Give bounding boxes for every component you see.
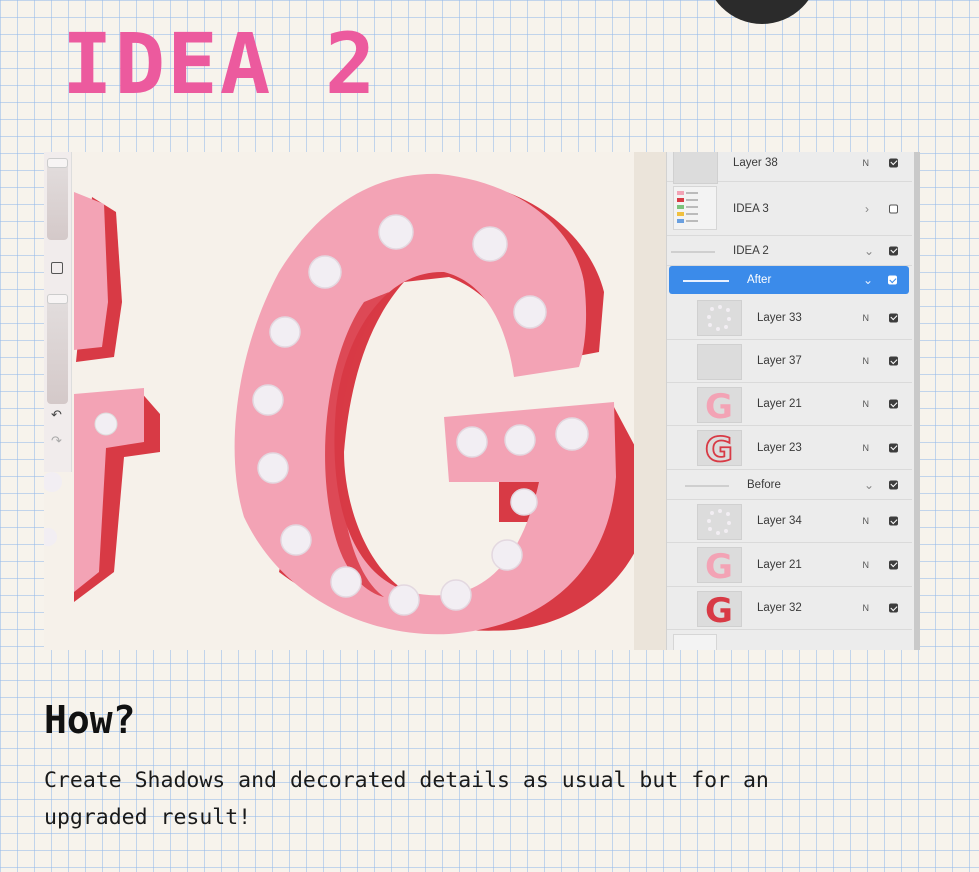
brush-size-handle[interactable] [47, 158, 68, 168]
layer-row[interactable]: G Layer 21 N [667, 383, 912, 427]
visibility-checkbox[interactable] [889, 356, 898, 366]
visibility-checkbox[interactable] [889, 399, 898, 409]
layer-row[interactable]: Layer 34 N [667, 500, 912, 543]
group-label: Before [747, 478, 781, 491]
group-row-partial[interactable] [667, 630, 912, 650]
group-collapse-line [685, 484, 729, 487]
layer-row[interactable]: G Layer 23 N [667, 426, 912, 471]
pink-g-icon: G [697, 387, 742, 427]
opacity-slider[interactable] [47, 294, 68, 404]
modify-button[interactable] [51, 262, 63, 274]
svg-text:G: G [705, 431, 733, 465]
visibility-checkbox[interactable] [889, 246, 898, 255]
visibility-checkbox[interactable] [889, 603, 898, 613]
layer-thumbnail [697, 344, 742, 380]
visibility-checkbox[interactable] [889, 443, 898, 452]
layer-row[interactable]: Layer 37 N [667, 340, 912, 383]
dots-icon [697, 300, 742, 336]
blend-mode-label[interactable]: N [863, 158, 870, 168]
layer-label: Layer 34 [757, 515, 802, 527]
blend-mode-label[interactable]: N [863, 603, 870, 613]
brush-size-slider[interactable] [47, 158, 68, 240]
visibility-checkbox[interactable] [889, 204, 898, 213]
blend-mode-label[interactable]: N [863, 313, 870, 323]
layer-thumbnail [673, 152, 718, 184]
group-label: After [747, 274, 772, 286]
decorative-circle [705, 0, 819, 24]
section-heading: How? [44, 698, 136, 742]
group-label: IDEA 3 [733, 202, 769, 215]
layer-row[interactable]: G Layer 21 N [667, 543, 912, 587]
svg-text:G: G [705, 548, 733, 582]
layers-panel: Layer 38 N IDEA 3 › IDEA 2 ⌄ After ⌄ Lay… [666, 152, 920, 650]
page-title: IDEA 2 [62, 15, 378, 113]
layer-label: Layer 23 [757, 441, 802, 454]
visibility-checkbox[interactable] [889, 480, 898, 489]
blend-mode-label[interactable]: N [863, 356, 870, 366]
visibility-checkbox[interactable] [889, 560, 898, 569]
undo-icon[interactable]: ↶ [51, 408, 62, 423]
visibility-checkbox[interactable] [889, 158, 898, 167]
redo-icon[interactable]: ↷ [51, 434, 62, 449]
layers-scrollbar[interactable] [914, 152, 920, 650]
layer-row[interactable]: G Layer 32 N [667, 587, 912, 631]
layer-label: Layer 32 [757, 602, 802, 614]
layer-row[interactable]: Layer 33 N [667, 296, 912, 340]
layer-label: Layer 33 [757, 311, 802, 324]
visibility-checkbox[interactable] [889, 313, 898, 322]
layer-label: Layer 37 [757, 355, 802, 367]
opacity-handle[interactable] [47, 294, 68, 304]
layer-label: Layer 21 [757, 398, 802, 410]
group-label: IDEA 2 [733, 244, 769, 257]
blend-mode-label[interactable]: N [863, 399, 870, 409]
chevron-down-icon[interactable]: ⌄ [864, 244, 874, 258]
chevron-down-icon[interactable]: ⌄ [863, 273, 873, 287]
layer-row[interactable]: Layer 38 N [667, 152, 912, 184]
group-thumbnail [673, 634, 717, 650]
visibility-checkbox[interactable] [888, 275, 897, 285]
group-row-idea3[interactable]: IDEA 3 › [667, 182, 912, 236]
layer-label: Layer 38 [733, 156, 778, 169]
description-text: Create Shadows and decorated details as … [44, 768, 769, 830]
visibility-checkbox[interactable] [889, 516, 898, 526]
side-toolbar: ↶ ↷ [44, 152, 72, 472]
dots-icon [697, 504, 742, 540]
group-thumbnail [673, 186, 717, 230]
chevron-right-icon[interactable]: › [865, 202, 869, 216]
svg-text:G: G [705, 592, 733, 626]
blend-mode-label[interactable]: N [863, 560, 870, 570]
chevron-down-icon[interactable]: ⌄ [864, 478, 874, 492]
red-g-outline-icon: G [697, 429, 742, 471]
group-row-after-selected[interactable]: After ⌄ [669, 266, 909, 294]
group-row-before[interactable]: Before ⌄ [667, 470, 912, 500]
group-collapse-line [683, 280, 729, 282]
group-collapse-line [671, 250, 715, 253]
red-g-icon: G [697, 591, 742, 631]
svg-text:G: G [705, 388, 733, 422]
group-row-idea2[interactable]: IDEA 2 ⌄ [667, 236, 912, 266]
blend-mode-label[interactable]: N [863, 443, 870, 453]
blend-mode-label[interactable]: N [863, 516, 870, 526]
procreate-screenshot: ↶ ↷ Layer 38 N IDEA 3 › IDEA 2 ⌄ After ⌄… [44, 152, 920, 650]
layer-label: Layer 21 [757, 558, 802, 571]
pink-g-icon: G [697, 547, 742, 587]
